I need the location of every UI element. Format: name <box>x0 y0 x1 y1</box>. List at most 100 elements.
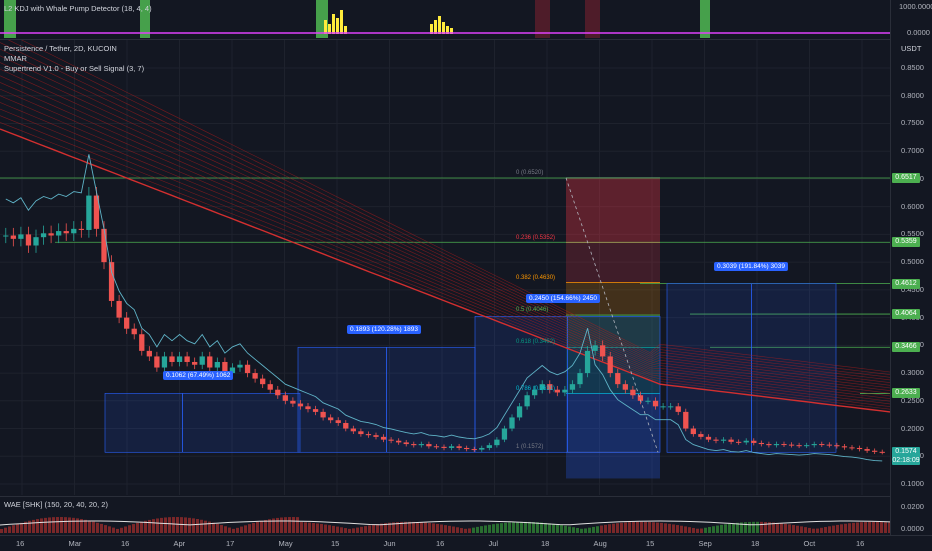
candle-body <box>63 231 69 234</box>
wae-histogram-bar <box>628 522 631 533</box>
candle-body <box>154 356 160 368</box>
candle-body <box>728 439 734 442</box>
price-tick-label: 0.5000 <box>901 257 924 267</box>
candle-body <box>161 356 168 368</box>
wae-histogram-bar <box>172 517 175 533</box>
candle-body <box>131 328 137 335</box>
wae-histogram-bar <box>412 521 415 533</box>
candle-body <box>630 389 636 396</box>
wae-histogram-bar <box>32 519 35 533</box>
candle-body <box>743 440 749 443</box>
wae-histogram-bar <box>124 526 127 533</box>
candle-body <box>464 447 470 450</box>
kdj-scale-top: 1000.0000 <box>899 2 932 11</box>
candle-body <box>509 417 515 429</box>
fib-zone <box>566 452 660 479</box>
supertrend-indicator-title[interactable]: Supertrend V1.0 - Buy or Sell Signal (3,… <box>4 64 144 73</box>
wae-histogram-bar <box>252 522 255 533</box>
wae-histogram-bar <box>576 527 579 533</box>
wae-histogram-bar <box>524 521 527 533</box>
wae-histogram-bar <box>56 517 59 533</box>
wae-histogram-bar <box>72 517 75 533</box>
time-axis[interactable]: 16 Mar 16 Apr 17 May 15 Jun 16 Jul 18 Aug 15 Sep 18 Oct… <box>0 535 932 551</box>
wae-histogram-bar <box>624 522 627 533</box>
wae-histogram-bar <box>40 518 43 533</box>
time-tick-label: 15 <box>646 539 655 548</box>
wae-histogram-bar <box>660 522 663 533</box>
wae-histogram-bar <box>160 517 163 533</box>
wae-histogram-bar <box>540 522 543 533</box>
candle-body <box>380 436 387 440</box>
candle-body <box>524 395 530 407</box>
wae-scale-bottom: 0.0000 <box>901 524 924 533</box>
wae-indicator-pane[interactable]: WAE [SHK] (150, 20, 40, 20, 2) <box>0 497 890 535</box>
candle-body <box>584 350 591 374</box>
candle-body <box>56 231 62 236</box>
candle-body <box>751 440 757 443</box>
wae-histogram-bar <box>608 524 611 533</box>
kdj-histogram-bar <box>434 20 437 34</box>
wae-histogram-bar <box>744 522 747 533</box>
wae-histogram-bar <box>684 526 687 533</box>
wae-histogram-bar <box>180 517 183 533</box>
wae-histogram-bar <box>132 524 135 533</box>
wae-histogram-bar <box>528 521 531 533</box>
wae-histogram-bar <box>700 528 703 533</box>
price-tick-label: 0.7000 <box>901 146 924 156</box>
wae-histogram-bar <box>644 521 647 533</box>
candle-body <box>282 395 288 401</box>
candle-body <box>78 228 84 230</box>
wae-histogram-bar <box>308 522 311 533</box>
kdj-indicator-pane[interactable]: L2 KDJ with Whale Pump Detector (18, 4, … <box>0 0 890 38</box>
wae-histogram-bar <box>532 522 535 533</box>
candle-body <box>456 446 462 448</box>
kdj-indicator-title[interactable]: L2 KDJ with Whale Pump Detector (18, 4, … <box>4 4 152 13</box>
fib-zone <box>566 242 660 283</box>
wae-histogram-bar <box>792 525 795 533</box>
wae-histogram-bar <box>44 517 47 533</box>
wae-histogram-bar <box>424 522 427 533</box>
time-tick-label: 16 <box>121 539 130 548</box>
wae-indicator-plot <box>0 517 890 533</box>
wae-indicator-title[interactable]: WAE [SHK] (150, 20, 40, 20, 2) <box>4 500 108 509</box>
measure-box-label[interactable]: 0.1062 (67.49%) 1062 <box>163 371 234 381</box>
wae-histogram-bar <box>572 527 575 533</box>
wae-histogram-bar <box>656 522 659 533</box>
mmar-indicator-title[interactable]: MMAR <box>4 54 27 63</box>
measure-box-label[interactable]: 0.2450 (154.66%) 2450 <box>526 294 600 304</box>
wae-histogram-bar <box>116 528 119 533</box>
measure-box-label[interactable]: 0.1893 (120.28%) 1893 <box>347 325 421 335</box>
wae-histogram-bar <box>864 521 867 533</box>
wae-histogram-bar <box>756 521 759 533</box>
wae-histogram-bar <box>60 517 63 533</box>
wae-histogram-bar <box>84 519 87 533</box>
main-price-pane[interactable]: Persistence / Tether, 2D, KUCOIN MMAR Su… <box>0 40 890 495</box>
measure-box-label[interactable]: 0.3039 (191.84%) 3039 <box>714 261 788 271</box>
wae-histogram-bar <box>296 517 299 533</box>
wae-histogram-bar <box>16 523 19 533</box>
wae-histogram-bar <box>504 522 507 533</box>
wae-histogram-bar <box>464 528 467 533</box>
candle-body <box>411 444 417 446</box>
wae-histogram-bar <box>852 522 855 533</box>
candle-body <box>494 439 500 446</box>
wae-histogram-bar <box>356 527 359 533</box>
wae-histogram-bar <box>148 519 151 533</box>
candle-body <box>101 228 107 263</box>
wae-histogram-bar <box>492 524 495 533</box>
wae-histogram-bar <box>688 527 691 533</box>
currency-label[interactable]: USDT <box>901 44 921 53</box>
wae-histogram-bar <box>276 517 279 533</box>
candle-body <box>312 409 319 412</box>
candle-body <box>358 431 364 435</box>
candle-body <box>3 235 9 237</box>
symbol-title[interactable]: Persistence / Tether, 2D, KUCOIN <box>4 44 117 53</box>
wae-histogram-bar <box>20 522 23 533</box>
wae-histogram-bar <box>440 524 443 533</box>
candle-body <box>804 445 810 447</box>
candle-body <box>879 451 885 453</box>
wae-scale-top: 0.0200 <box>901 502 924 511</box>
time-tick-label: 18 <box>751 539 760 548</box>
wae-histogram-bar <box>536 522 539 533</box>
candle-body <box>433 446 440 448</box>
